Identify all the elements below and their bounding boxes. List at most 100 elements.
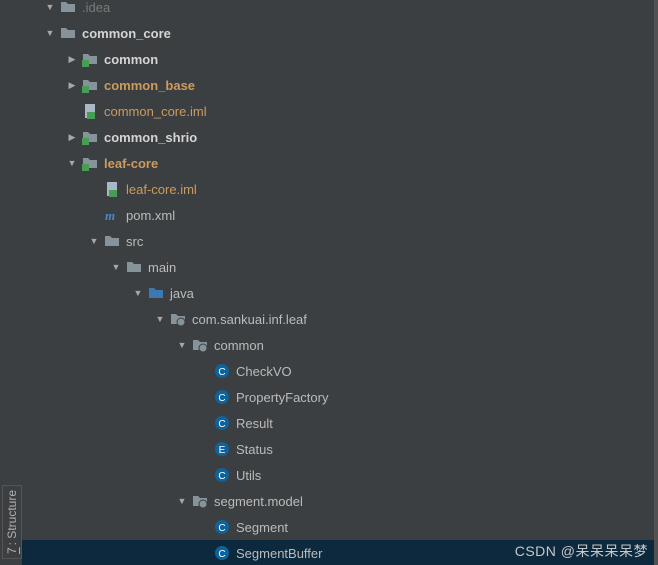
tree-row[interactable]: ▼ leaf-core: [22, 150, 654, 176]
tree-item-label: main: [148, 260, 176, 275]
class-icon: C: [214, 389, 230, 405]
tree-row[interactable]: ▼ com.sankuai.inf.leaf: [22, 306, 654, 332]
expand-arrow-down-icon[interactable]: ▼: [44, 2, 56, 12]
package-icon: [192, 493, 208, 509]
class-icon: C: [214, 467, 230, 483]
tree-row[interactable]: ▶ common: [22, 46, 654, 72]
tree-item-label: Segment: [236, 520, 288, 535]
tree-row[interactable]: ◆ C Segment: [22, 514, 654, 540]
structure-tab-number: 7: [5, 547, 19, 554]
arrow-spacer: ◆: [88, 184, 100, 195]
module-icon: [82, 129, 98, 145]
tree-item-label: segment.model: [214, 494, 303, 509]
arrow-spacer: ◆: [88, 210, 100, 221]
svg-text:C: C: [218, 471, 225, 482]
structure-tool-tab[interactable]: 7: Structure: [2, 485, 22, 559]
expand-arrow-down-icon[interactable]: ▼: [176, 340, 188, 350]
arrow-spacer: ◆: [198, 392, 210, 403]
expand-arrow-down-icon[interactable]: ▼: [176, 496, 188, 506]
pom-icon: m: [104, 207, 120, 223]
svg-text:C: C: [218, 393, 225, 404]
arrow-spacer: ◆: [198, 470, 210, 481]
tree-item-label: common_shrio: [104, 130, 197, 145]
tree-item-label: src: [126, 234, 143, 249]
arrow-spacer: ◆: [198, 418, 210, 429]
folder-icon: [104, 233, 120, 249]
tree-item-label: Utils: [236, 468, 261, 483]
iml-icon: [82, 103, 98, 119]
module-icon: [82, 51, 98, 67]
tree-row[interactable]: ◆ E Status: [22, 436, 654, 462]
folder-icon: [60, 0, 76, 15]
project-tree[interactable]: ▼ .idea ▼ common_core ▶ common ▶ common_base ◆ co…: [22, 0, 654, 565]
tree-row[interactable]: ◆ common_core.iml: [22, 98, 654, 124]
package-icon: [192, 337, 208, 353]
tree-row[interactable]: ◆ leaf-core.iml: [22, 176, 654, 202]
splitter-handle[interactable]: [654, 0, 658, 565]
tree-row[interactable]: ◆ C Utils: [22, 462, 654, 488]
tree-row[interactable]: ◆ m pom.xml: [22, 202, 654, 228]
arrow-spacer: ◆: [198, 444, 210, 455]
svg-text:C: C: [218, 523, 225, 534]
tree-row[interactable]: ▼ .idea: [22, 0, 654, 20]
structure-tab-label: Structure: [5, 490, 19, 539]
tree-item-label: pom.xml: [126, 208, 175, 223]
svg-text:C: C: [218, 419, 225, 430]
expand-arrow-down-icon[interactable]: ▼: [110, 262, 122, 272]
expand-arrow-right-icon[interactable]: ▶: [66, 132, 78, 143]
module-icon: [82, 155, 98, 171]
tree-row[interactable]: ▶ common_shrio: [22, 124, 654, 150]
expand-arrow-right-icon[interactable]: ▶: [66, 80, 78, 91]
tree-row[interactable]: ▼ common: [22, 332, 654, 358]
tree-item-label: CheckVO: [236, 364, 292, 379]
folder-icon: [126, 259, 142, 275]
tree-item-label: Result: [236, 416, 273, 431]
tree-item-label: common_core: [82, 26, 171, 41]
class-icon: C: [214, 363, 230, 379]
arrow-spacer: ◆: [66, 106, 78, 117]
expand-arrow-down-icon[interactable]: ▼: [154, 314, 166, 324]
tree-row[interactable]: ▼ main: [22, 254, 654, 280]
tree-item-label: leaf-core: [104, 156, 158, 171]
tree-item-label: common_base: [104, 78, 195, 93]
expand-arrow-down-icon[interactable]: ▼: [132, 288, 144, 298]
tree-item-label: com.sankuai.inf.leaf: [192, 312, 307, 327]
arrow-spacer: ◆: [198, 522, 210, 533]
iml-icon: [104, 181, 120, 197]
svg-text:m: m: [105, 208, 115, 223]
class-icon: C: [214, 545, 230, 561]
tree-item-label: leaf-core.iml: [126, 182, 197, 197]
expand-arrow-down-icon[interactable]: ▼: [44, 28, 56, 38]
class-icon: C: [214, 415, 230, 431]
tree-item-label: common_core.iml: [104, 104, 207, 119]
tree-item-label: Status: [236, 442, 273, 457]
tree-row[interactable]: ▼ src: [22, 228, 654, 254]
tree-row[interactable]: ◆ C Result: [22, 410, 654, 436]
tree-row[interactable]: ▶ common_base: [22, 72, 654, 98]
svg-text:E: E: [219, 445, 226, 456]
arrow-spacer: ◆: [198, 366, 210, 377]
expand-arrow-right-icon[interactable]: ▶: [66, 54, 78, 65]
package-icon: [170, 311, 186, 327]
src-folder-icon: [148, 285, 164, 301]
arrow-spacer: ◆: [198, 548, 210, 559]
tree-row[interactable]: ▼ segment.model: [22, 488, 654, 514]
expand-arrow-down-icon[interactable]: ▼: [66, 158, 78, 168]
module-icon: [82, 77, 98, 93]
tree-item-label: .idea: [82, 0, 110, 15]
tree-row[interactable]: ▼ common_core: [22, 20, 654, 46]
tree-item-label: PropertyFactory: [236, 390, 328, 405]
tree-item-label: common: [214, 338, 264, 353]
tree-item-label: SegmentBuffer: [236, 546, 322, 561]
svg-text:C: C: [218, 549, 225, 560]
folder-icon: [60, 25, 76, 41]
tree-item-label: common: [104, 52, 158, 67]
tree-item-label: java: [170, 286, 194, 301]
enum-icon: E: [214, 441, 230, 457]
tree-row[interactable]: ◆ C PropertyFactory: [22, 384, 654, 410]
tree-row[interactable]: ◆ C CheckVO: [22, 358, 654, 384]
tree-row[interactable]: ▼ java: [22, 280, 654, 306]
svg-text:C: C: [218, 367, 225, 378]
class-icon: C: [214, 519, 230, 535]
expand-arrow-down-icon[interactable]: ▼: [88, 236, 100, 246]
